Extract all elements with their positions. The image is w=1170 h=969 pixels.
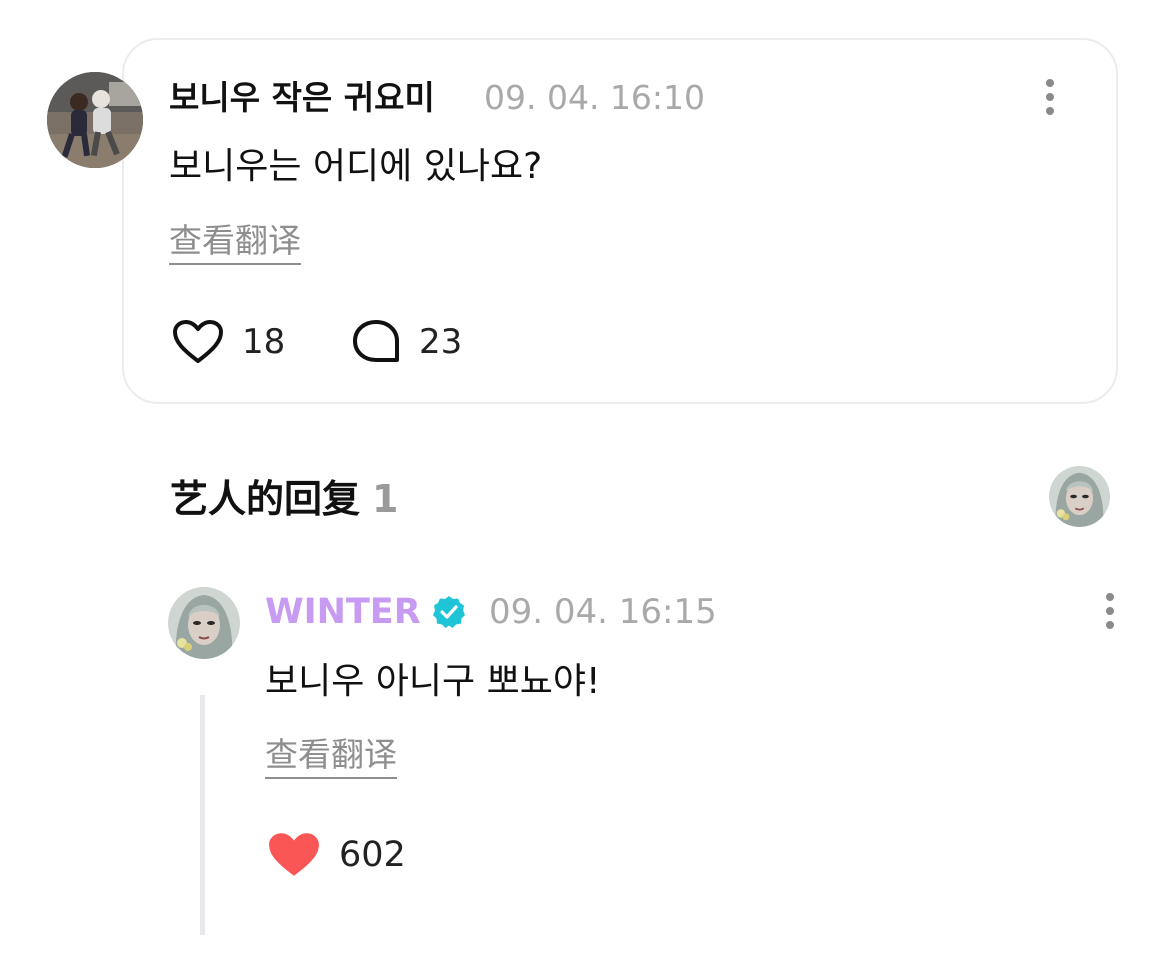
post-like-button[interactable]: 18 [172, 317, 285, 367]
artist-avatar[interactable] [168, 587, 240, 659]
post-more-button[interactable] [1030, 76, 1070, 120]
artist-reply-count: 1 [372, 477, 399, 521]
heart-filled-icon [269, 833, 319, 876]
more-vertical-icon [1046, 79, 1054, 115]
reply-translate-link[interactable]: 查看翻译 [265, 735, 397, 779]
post-comment-count: 23 [419, 322, 463, 362]
post-translate-link[interactable]: 查看翻译 [169, 221, 301, 265]
reply-like-count: 602 [339, 835, 406, 875]
artist-name-label: WINTER [265, 592, 421, 632]
artist-name[interactable]: WINTER [265, 591, 467, 633]
post-timestamp: 09. 04. 16:10 [484, 78, 706, 117]
post-text: 보니우는 어디에 있나요? [169, 146, 543, 187]
artist-reply-heading: 艺人的回复 1 [170, 476, 398, 522]
artist-reply-title: 艺人的回复 [170, 477, 361, 521]
reply-timestamp: 09. 04. 16:15 [489, 592, 717, 632]
post-comment-button[interactable]: 23 [351, 317, 462, 367]
post-author-name[interactable]: 보니우 작은 귀요미 [169, 78, 435, 118]
heart-outline-icon [173, 320, 223, 363]
post-author-avatar[interactable] [47, 72, 143, 168]
artist-avatar-photo [168, 587, 240, 659]
avatar-photo [47, 72, 143, 168]
artist-avatar-photo [1049, 466, 1110, 527]
speech-bubble-icon [353, 320, 399, 362]
verified-badge-icon [432, 596, 465, 628]
thread-line [200, 695, 205, 935]
artist-avatar-small[interactable] [1049, 466, 1110, 527]
more-vertical-icon [1106, 593, 1114, 629]
reply-more-button[interactable] [1090, 590, 1130, 634]
post-like-count: 18 [242, 322, 286, 362]
reply-text: 보니우 아니구 뽀뇨야! [265, 661, 601, 702]
reply-like-button[interactable]: 602 [267, 830, 406, 880]
